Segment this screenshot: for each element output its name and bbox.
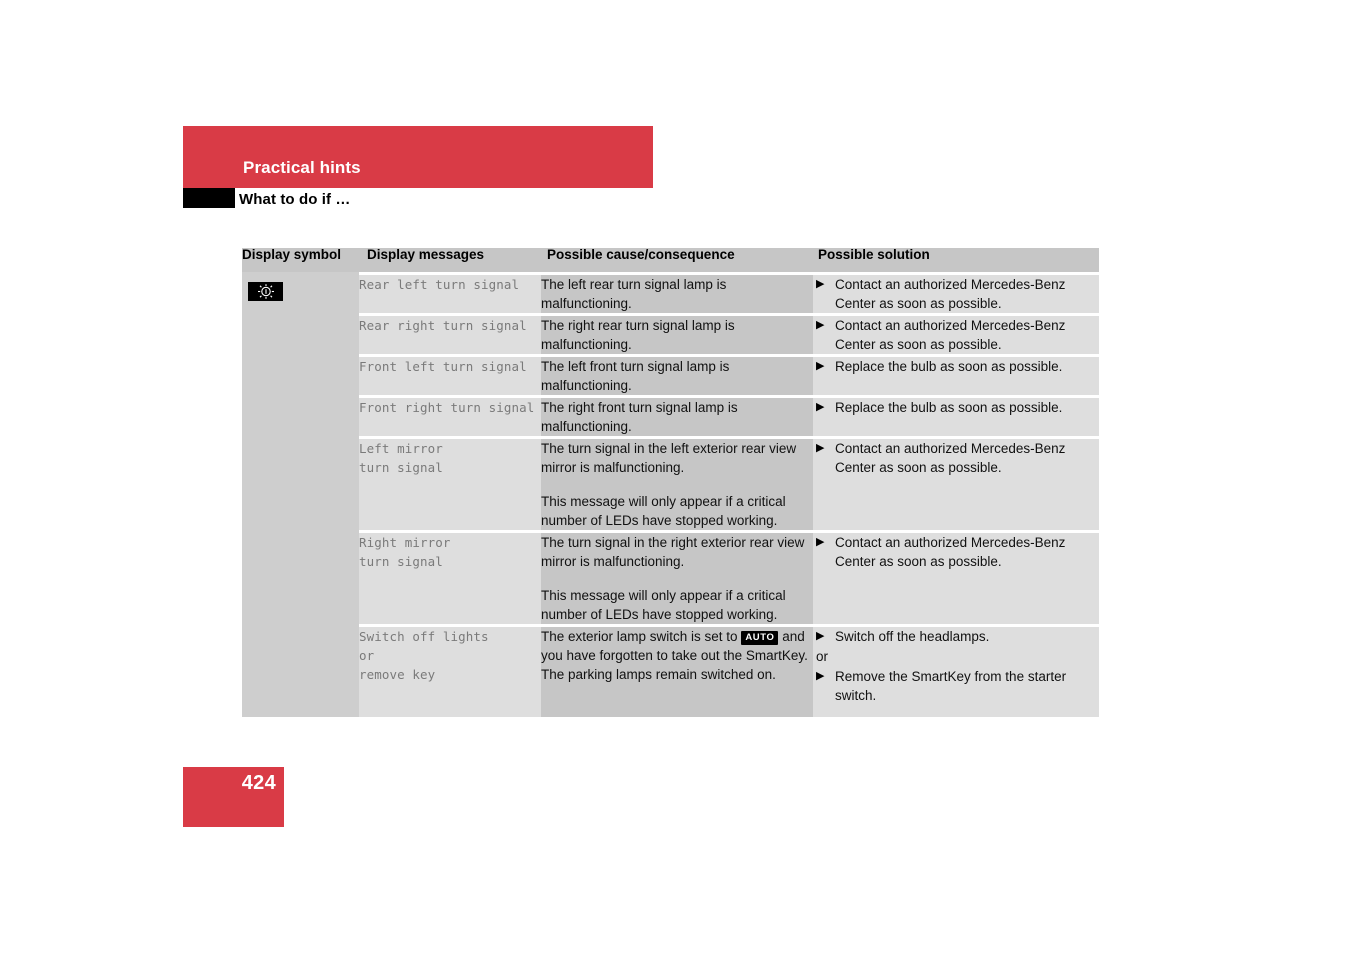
solution-item: ▶ Contact an authorized Mercedes-Benz Ce… bbox=[813, 533, 1099, 571]
cause-paragraph: The turn signal in the right exterior re… bbox=[541, 535, 805, 569]
triangle-bullet-icon: ▶ bbox=[816, 630, 825, 642]
display-symbol-cell bbox=[242, 275, 359, 717]
cause-paragraph: The right front turn signal lamp is malf… bbox=[541, 400, 738, 434]
table-row: Right mirror turn signal The turn signal… bbox=[242, 533, 1099, 624]
display-message: Rear left turn signal bbox=[359, 275, 541, 313]
possible-cause: The right rear turn signal lamp is malfu… bbox=[541, 316, 813, 354]
display-message: Rear right turn signal bbox=[359, 316, 541, 354]
cause-paragraph: The right rear turn signal lamp is malfu… bbox=[541, 318, 735, 352]
display-message: Front right turn signal bbox=[359, 398, 541, 436]
solution-item: ▶ Contact an authorized Mercedes-Benz Ce… bbox=[813, 439, 1099, 477]
chapter-banner bbox=[183, 126, 653, 188]
possible-solution: ▶ Contact an authorized Mercedes-Benz Ce… bbox=[813, 533, 1099, 624]
triangle-bullet-icon: ▶ bbox=[816, 319, 825, 331]
solution-item: ▶ Remove the SmartKey from the starter s… bbox=[813, 667, 1099, 705]
possible-cause: The left rear turn signal lamp is malfun… bbox=[541, 275, 813, 313]
cause-paragraph: The turn signal in the left exterior rea… bbox=[541, 441, 797, 475]
display-message: Switch off lights or remove key bbox=[359, 627, 541, 717]
table-row: Rear right turn signal The right rear tu… bbox=[242, 316, 1099, 354]
cause-paragraph: The left rear turn signal lamp is malfun… bbox=[541, 277, 727, 311]
possible-cause: The right front turn signal lamp is malf… bbox=[541, 398, 813, 436]
solution-text: Contact an authorized Mercedes-Benz Cent… bbox=[835, 441, 1066, 475]
display-message: Right mirror turn signal bbox=[359, 533, 541, 624]
triangle-bullet-icon: ▶ bbox=[816, 278, 825, 290]
solution-text: Replace the bulb as soon as possible. bbox=[835, 400, 1063, 415]
triangle-bullet-icon: ▶ bbox=[816, 401, 825, 413]
possible-solution: ▶ Contact an authorized Mercedes-Benz Ce… bbox=[813, 275, 1099, 313]
display-message: Left mirror turn signal bbox=[359, 439, 541, 530]
cause-paragraph: The exterior lamp switch is set to AUTO … bbox=[541, 627, 813, 684]
solution-connector: or bbox=[816, 649, 829, 664]
section-title: What to do if … bbox=[239, 191, 351, 208]
possible-cause: The turn signal in the right exterior re… bbox=[541, 533, 813, 624]
possible-cause: The turn signal in the left exterior rea… bbox=[541, 439, 813, 530]
table-row: Front left turn signal The left front tu… bbox=[242, 357, 1099, 395]
solution-item: ▶ Replace the bulb as soon as possible. bbox=[813, 398, 1099, 417]
table-row: Front right turn signal The right front … bbox=[242, 398, 1099, 436]
table-row: Left mirror turn signal The turn signal … bbox=[242, 439, 1099, 530]
triangle-bullet-icon: ▶ bbox=[816, 442, 825, 454]
solution-item: ▶ Contact an authorized Mercedes-Benz Ce… bbox=[813, 316, 1099, 354]
chapter-title: Practical hints bbox=[243, 158, 361, 177]
solution-text: Contact an authorized Mercedes-Benz Cent… bbox=[835, 318, 1066, 352]
solution-text: Contact an authorized Mercedes-Benz Cent… bbox=[835, 277, 1066, 311]
table-row: Rear left turn signal The left rear turn… bbox=[242, 275, 1099, 717]
cause-paragraph: The left front turn signal lamp is malfu… bbox=[541, 359, 730, 393]
section-marker bbox=[183, 188, 235, 208]
column-header-possible-solution: Possible solution bbox=[813, 248, 1099, 272]
auto-badge-icon: AUTO bbox=[741, 631, 779, 645]
solution-text: Replace the bulb as soon as possible. bbox=[835, 359, 1063, 374]
possible-solution: ▶ Replace the bulb as soon as possible. bbox=[813, 357, 1099, 395]
page-number: 424 bbox=[241, 772, 276, 794]
triangle-bullet-icon: ▶ bbox=[816, 670, 825, 682]
triangle-bullet-icon: ▶ bbox=[816, 360, 825, 372]
possible-solution: ▶ Contact an authorized Mercedes-Benz Ce… bbox=[813, 439, 1099, 530]
table-header-row: Display symbol Display messages Possible… bbox=[242, 248, 1099, 272]
solution-text: Contact an authorized Mercedes-Benz Cent… bbox=[835, 535, 1066, 569]
column-header-display-symbol: Display symbol bbox=[242, 248, 359, 272]
possible-cause: The left front turn signal lamp is malfu… bbox=[541, 357, 813, 395]
cause-text-before-badge: The exterior lamp switch is set to bbox=[541, 629, 742, 644]
solution-item: ▶ Switch off the headlamps. bbox=[813, 627, 1099, 646]
possible-solution: ▶ Switch off the headlamps. or ▶ Remove … bbox=[813, 627, 1099, 717]
solution-item: ▶ Replace the bulb as soon as possible. bbox=[813, 357, 1099, 376]
troubleshooting-table: Display symbol Display messages Possible… bbox=[242, 248, 1099, 717]
possible-solution: ▶ Replace the bulb as soon as possible. bbox=[813, 398, 1099, 436]
column-header-possible-cause: Possible cause/consequence bbox=[541, 248, 813, 272]
solution-item: ▶ Contact an authorized Mercedes-Benz Ce… bbox=[813, 275, 1099, 313]
possible-cause: The exterior lamp switch is set to AUTO … bbox=[541, 627, 813, 717]
column-header-display-messages: Display messages bbox=[359, 248, 541, 272]
solution-text: Remove the SmartKey from the starter swi… bbox=[835, 669, 1067, 703]
solution-text: Switch off the headlamps. bbox=[835, 629, 990, 644]
possible-solution: ▶ Contact an authorized Mercedes-Benz Ce… bbox=[813, 316, 1099, 354]
page-number-block: 424 bbox=[183, 767, 284, 827]
triangle-bullet-icon: ▶ bbox=[816, 536, 825, 548]
table-row: Switch off lights or remove key The exte… bbox=[242, 627, 1099, 717]
cause-paragraph: This message will only appear if a criti… bbox=[541, 494, 786, 528]
display-message: Front left turn signal bbox=[359, 357, 541, 395]
lamp-failure-icon bbox=[248, 282, 283, 301]
cause-paragraph: This message will only appear if a criti… bbox=[541, 588, 786, 622]
